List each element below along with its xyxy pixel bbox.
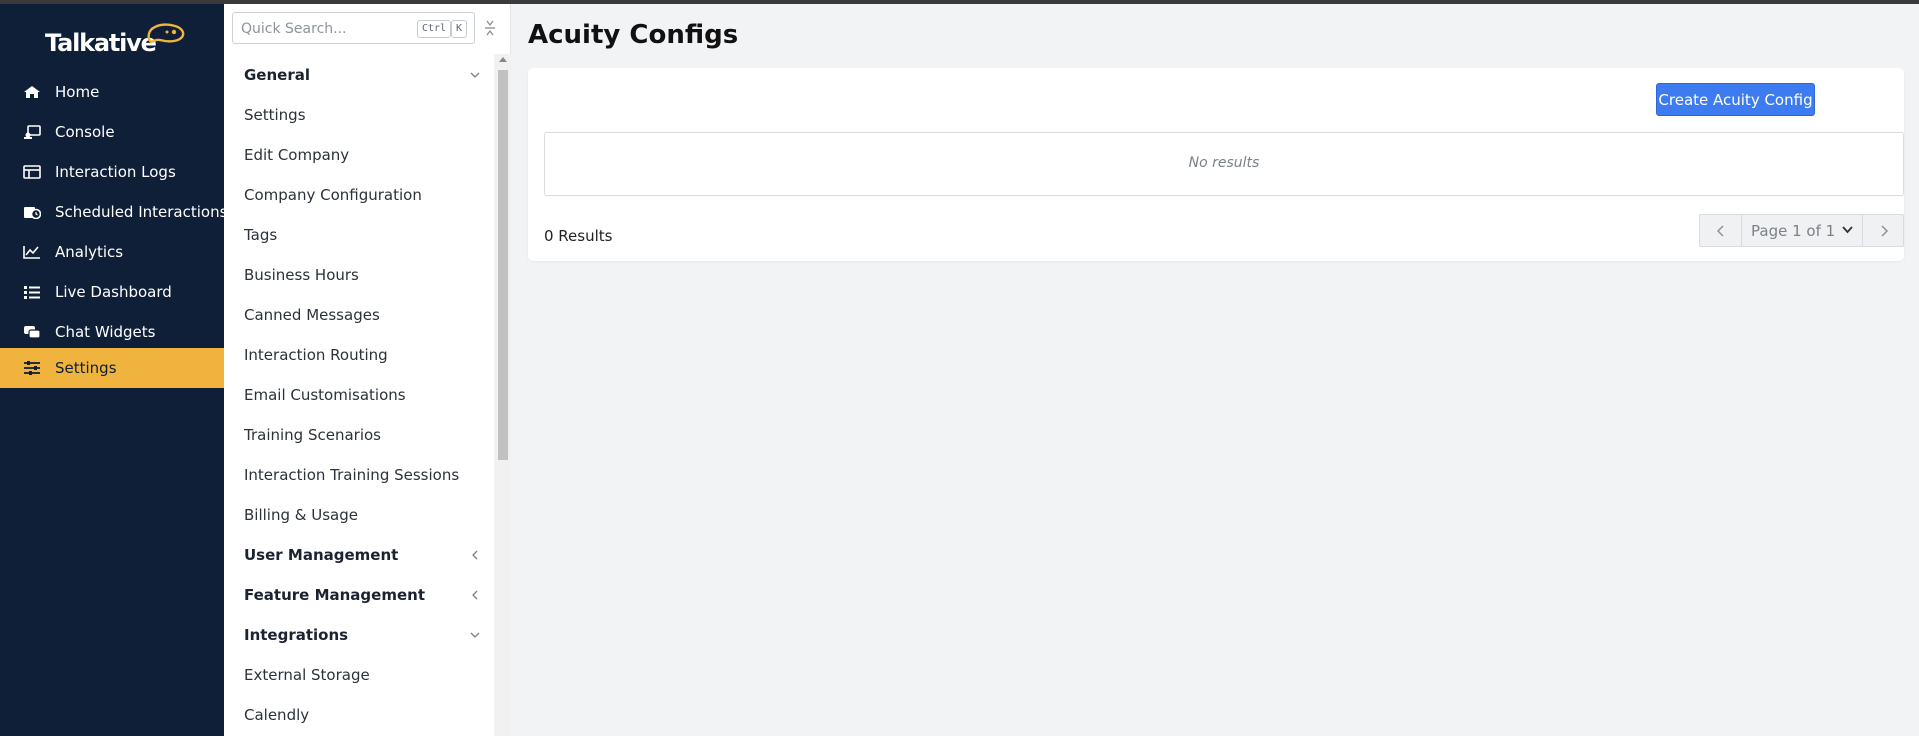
speech-bubble-logo-icon (147, 23, 185, 44)
search-placeholder: Quick Search... (241, 21, 347, 37)
menu-item-company-configuration[interactable]: Company Configuration (244, 186, 422, 204)
menu-item-canned-messages[interactable]: Canned Messages (244, 306, 380, 324)
chevron-left-icon[interactable] (470, 590, 480, 600)
chevron-left-icon (1716, 224, 1724, 237)
talkative-logo[interactable]: Talkative (45, 20, 185, 60)
results-count: 0 Results (544, 227, 613, 245)
chat-bubbles-icon (24, 326, 41, 339)
pagination: Page 1 of 1 (1699, 214, 1904, 247)
nav-item-chat-widgets[interactable]: Chat Widgets (0, 312, 224, 352)
nav-item-label: Interaction Logs (55, 163, 176, 181)
menu-item-business-hours[interactable]: Business Hours (244, 266, 359, 284)
chevron-left-icon[interactable] (470, 550, 480, 560)
console-icon (24, 125, 41, 139)
results-table: No results (544, 132, 1904, 196)
page-title: Acuity Configs (528, 20, 739, 50)
nav-item-label: Home (55, 83, 100, 101)
configs-card: Create Acuity Config No results 0 Result… (528, 68, 1904, 261)
menu-item-external-storage[interactable]: External Storage (244, 666, 370, 684)
scrollbar-thumb[interactable] (498, 70, 508, 460)
sliders-icon (24, 361, 40, 375)
section-integrations[interactable]: Integrations (244, 626, 348, 644)
nav-item-interaction-logs[interactable]: Interaction Logs (0, 152, 224, 192)
section-user-management[interactable]: User Management (244, 546, 398, 564)
submenu-scrollbar[interactable] (494, 54, 511, 736)
page-select[interactable]: Page 1 of 1 (1742, 215, 1862, 246)
interaction-logs-icon (23, 165, 41, 179)
shortcut-ctrl-key: Ctrl (417, 20, 452, 38)
nav-item-label: Analytics (55, 243, 124, 261)
nav-item-console[interactable]: Console (0, 112, 224, 152)
scroll-up-arrow-icon[interactable] (499, 57, 507, 62)
nav-item-home[interactable]: Home (0, 72, 224, 112)
menu-item-email-customisations[interactable]: Email Customisations (244, 386, 406, 404)
calendar-clock-icon (24, 207, 41, 219)
dashboard-list-icon (24, 286, 40, 299)
chevron-down-icon[interactable] (470, 630, 480, 640)
main-nav: Talkative Home Console Interaction Logs … (0, 4, 228, 736)
menu-item-training-scenarios[interactable]: Training Scenarios (244, 426, 381, 444)
chevron-down-icon (1842, 226, 1853, 234)
section-general[interactable]: General (244, 66, 310, 84)
empty-state-text: No results (1188, 155, 1260, 171)
chevron-down-icon[interactable] (470, 70, 480, 80)
menu-item-calendly[interactable]: Calendly (244, 706, 309, 724)
page-select-value: Page 1 of 1 (1751, 222, 1836, 240)
home-icon (24, 86, 40, 98)
collapse-sections-icon[interactable] (483, 18, 497, 38)
prev-page-button[interactable] (1700, 215, 1742, 246)
submenu-list: General Settings Edit Company Company Co… (224, 54, 494, 736)
nav-item-settings[interactable]: Settings (0, 348, 224, 388)
nav-item-scheduled-interactions[interactable]: Scheduled Interactions (0, 192, 228, 232)
nav-item-label: Chat Widgets (55, 323, 156, 341)
nav-item-live-dashboard[interactable]: Live Dashboard (0, 272, 224, 312)
menu-item-interaction-routing[interactable]: Interaction Routing (244, 346, 388, 364)
settings-submenu: Quick Search... Ctrl K General Settings … (224, 4, 511, 736)
nav-item-label: Console (55, 123, 115, 141)
shortcut-k-key: K (451, 20, 468, 38)
nav-item-label: Scheduled Interactions (55, 203, 228, 221)
analytics-icon (23, 246, 40, 259)
section-feature-management[interactable]: Feature Management (244, 586, 425, 604)
next-page-button[interactable] (1862, 215, 1904, 246)
quick-search-input[interactable]: Quick Search... Ctrl K (232, 12, 475, 44)
chevron-right-icon (1880, 224, 1888, 237)
nav-item-analytics[interactable]: Analytics (0, 232, 224, 272)
nav-item-label: Live Dashboard (55, 283, 172, 301)
menu-item-interaction-training-sessions[interactable]: Interaction Training Sessions (244, 466, 459, 484)
menu-item-settings[interactable]: Settings (244, 106, 306, 124)
nav-item-label: Settings (55, 359, 117, 377)
menu-item-billing-usage[interactable]: Billing & Usage (244, 506, 358, 524)
create-acuity-config-button[interactable]: Create Acuity Config (1656, 83, 1815, 116)
brand-name: Talkative (45, 29, 157, 57)
menu-item-tags[interactable]: Tags (244, 226, 277, 244)
menu-item-edit-company[interactable]: Edit Company (244, 146, 349, 164)
